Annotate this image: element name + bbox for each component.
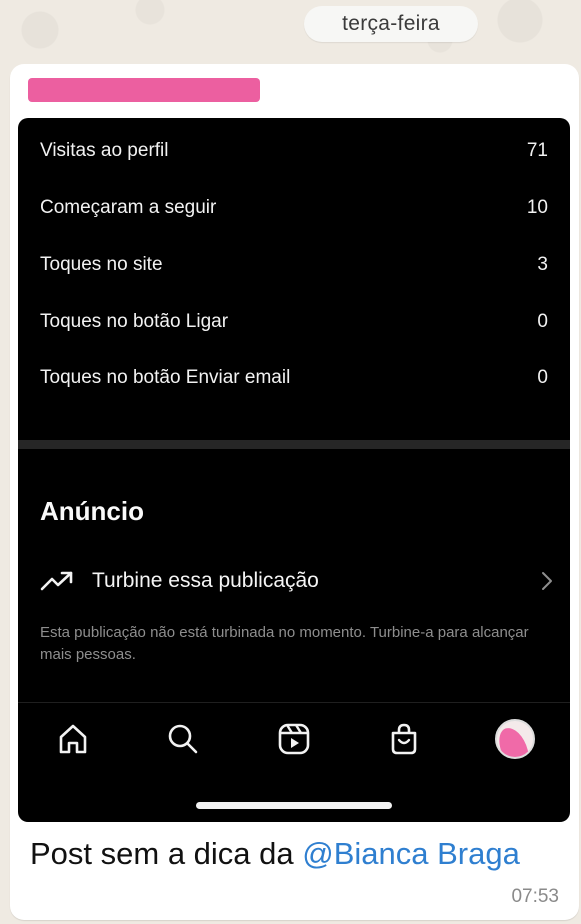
shop-icon (384, 719, 424, 759)
message-timestamp: 07:53 (511, 886, 559, 907)
home-indicator (196, 802, 392, 809)
stat-label: Começaram a seguir (40, 197, 217, 218)
stat-label: Toques no site (40, 254, 163, 275)
stat-row: Toques no botão Enviar email 0 (40, 363, 548, 393)
mention-at-sign: @ (302, 836, 334, 871)
boost-note-text: Esta publicação não está turbinada no mo… (40, 624, 529, 663)
date-separator-label: terça-feira (342, 12, 440, 35)
mention-link[interactable]: Bianca Braga (334, 836, 520, 871)
boost-post-row: Turbine essa publicação (40, 564, 554, 598)
stat-label: Toques no botão Ligar (40, 311, 229, 332)
stat-label: Toques no botão Enviar email (40, 367, 291, 388)
stat-value: 3 (537, 254, 548, 275)
boost-post-label: Turbine essa publicação (92, 569, 319, 592)
stat-row: Toques no site 3 (40, 250, 548, 280)
stat-row: Começaram a seguir 10 (40, 193, 548, 223)
ad-section-title: Anúncio (40, 496, 144, 526)
home-icon (53, 719, 93, 759)
stat-value: 10 (526, 197, 548, 218)
sender-name-redacted (28, 78, 260, 102)
message-caption: Post sem a dica da @Bianca Braga (30, 836, 520, 872)
trending-up-icon (40, 571, 73, 591)
stat-label: Visitas ao perfil (40, 140, 169, 161)
profile-avatar (495, 719, 535, 759)
bottom-tab-bar (18, 716, 570, 766)
search-icon (163, 719, 203, 759)
reels-icon (274, 719, 314, 759)
avatar-redaction (497, 724, 533, 757)
section-divider (18, 440, 570, 449)
shared-screenshot-image[interactable]: Visitas ao perfil 71 Começaram a seguir … (18, 118, 570, 822)
stat-value: 0 (537, 311, 548, 332)
date-separator: terça-feira (304, 6, 478, 42)
chevron-right-icon (542, 572, 552, 590)
stat-row: Toques no botão Ligar 0 (40, 307, 548, 337)
stat-row: Visitas ao perfil 71 (40, 136, 548, 166)
stat-value: 0 (537, 367, 548, 388)
stat-value: 71 (526, 140, 548, 161)
tab-bar-divider (18, 702, 570, 703)
caption-text: Post sem a dica da (30, 836, 303, 871)
